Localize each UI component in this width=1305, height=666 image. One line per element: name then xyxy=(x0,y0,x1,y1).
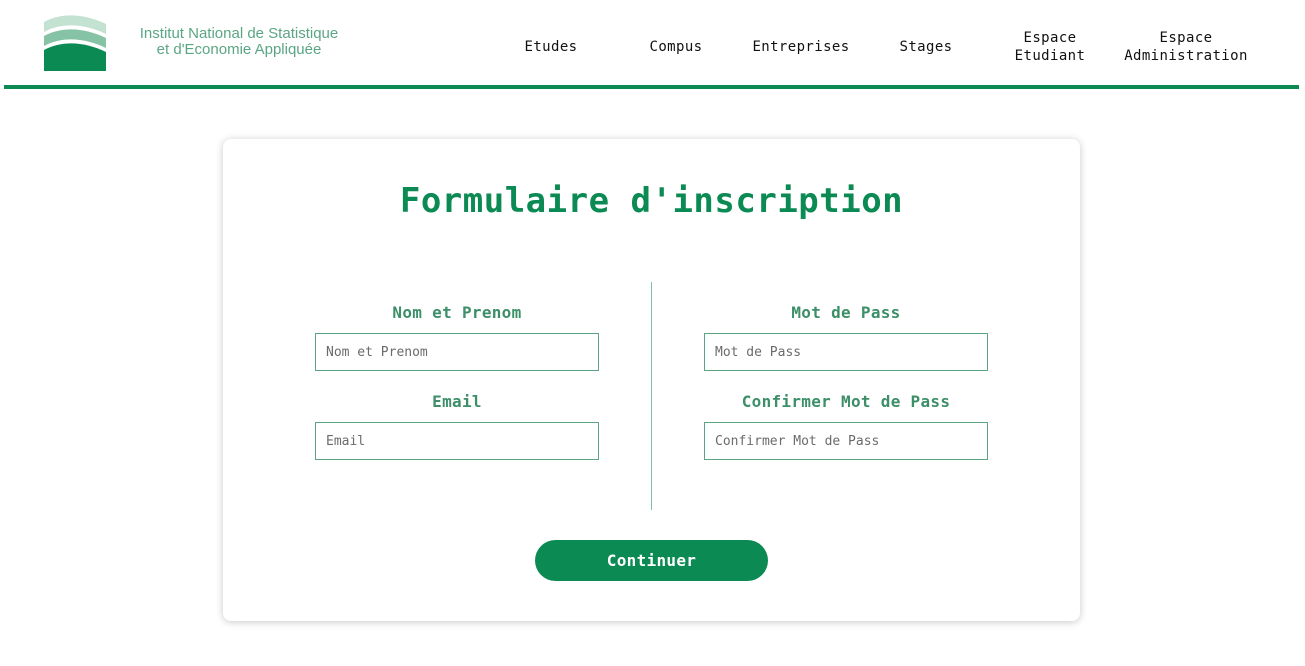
confirm-password-label: Confirmer Mot de Pass xyxy=(741,392,951,411)
logo-line-1: Institut National de Statistique xyxy=(139,25,339,42)
nav-item-stages[interactable]: Stages xyxy=(886,27,966,67)
form-title: Formulaire d'inscription xyxy=(399,181,904,221)
nav-label: Entreprises xyxy=(752,39,850,55)
registration-card: Formulaire d'inscription Nom et Prenom E… xyxy=(223,139,1080,621)
nav-label: Stages xyxy=(899,39,953,55)
nav-label: Etudes xyxy=(524,39,578,55)
password-label: Mot de Pass xyxy=(791,303,901,322)
nav-label-line-2: Etudiant xyxy=(1014,48,1086,64)
nav-label-line-2: Administration xyxy=(1124,48,1248,64)
nom-prenom-input[interactable] xyxy=(315,333,599,371)
nav-label-line-1: Espace xyxy=(1159,30,1213,46)
nom-prenom-label: Nom et Prenom xyxy=(392,303,522,322)
column-divider xyxy=(651,282,652,510)
nav-item-entreprises[interactable]: Entreprises xyxy=(746,27,856,67)
nav-item-etudes[interactable]: Etudes xyxy=(511,27,591,67)
nav-item-espace-administration[interactable]: Espace Administration xyxy=(1116,27,1256,67)
email-label: Email xyxy=(432,392,482,411)
confirm-password-input[interactable] xyxy=(704,422,988,460)
logo-line-2: et d'Economie Appliquée xyxy=(156,41,322,58)
logo-text: Institut National de Statistique et d'Ec… xyxy=(119,26,359,58)
site-header: Institut National de Statistique et d'Ec… xyxy=(0,0,1305,89)
nav-item-compus[interactable]: Compus xyxy=(636,27,716,67)
password-input[interactable] xyxy=(704,333,988,371)
nav-label-line-1: Espace xyxy=(1023,30,1077,46)
nav-label: Compus xyxy=(649,39,703,55)
email-input[interactable] xyxy=(315,422,599,460)
logo-waves-icon xyxy=(44,15,106,71)
nav-item-espace-etudiant[interactable]: Espace Etudiant xyxy=(1005,27,1095,67)
continue-button[interactable]: Continuer xyxy=(535,540,768,581)
header-divider xyxy=(4,85,1299,89)
site-logo[interactable]: Institut National de Statistique et d'Ec… xyxy=(43,14,338,74)
